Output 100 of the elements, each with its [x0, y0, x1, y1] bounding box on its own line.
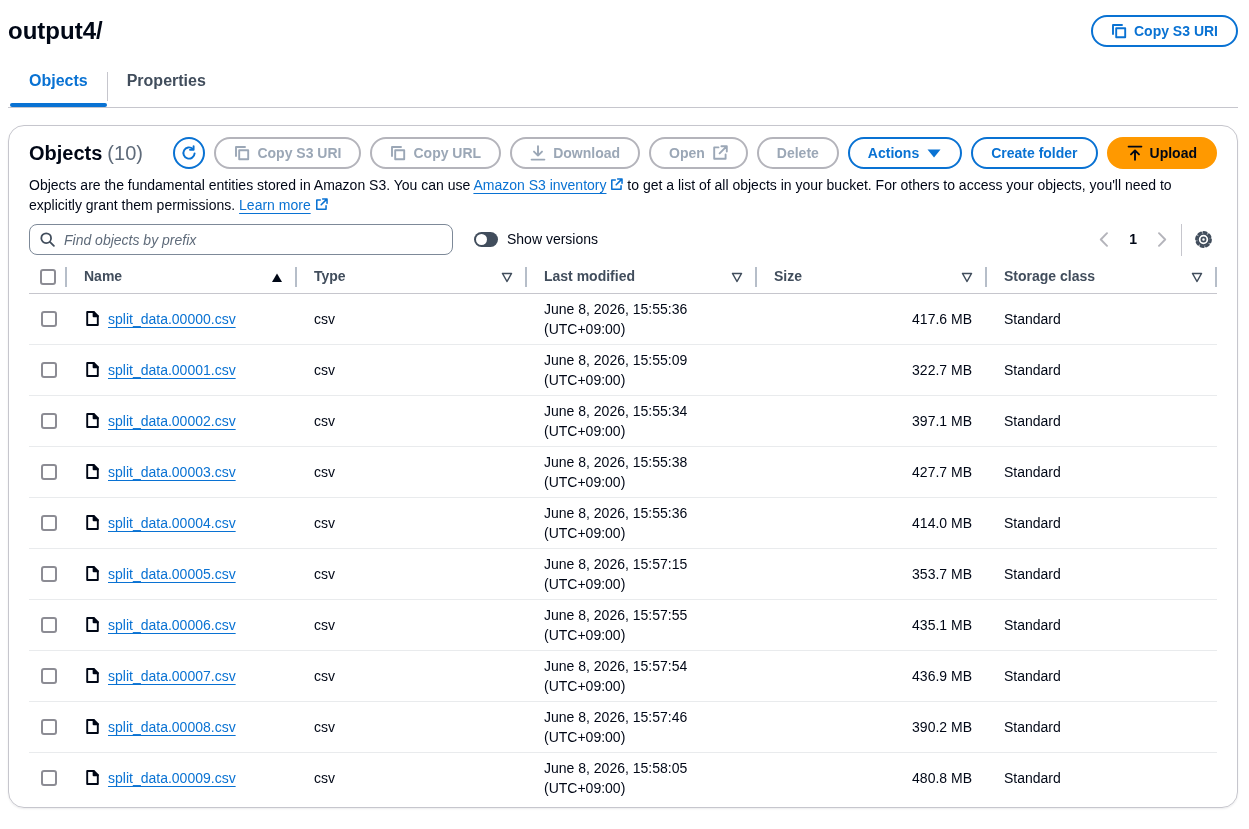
file-name-link[interactable]: split_data.00009.csv — [108, 767, 236, 788]
table-cell: Standard — [1004, 769, 1061, 786]
file-icon — [86, 566, 99, 581]
table-cell: csv — [314, 565, 335, 582]
page-title: output4/ — [8, 16, 103, 46]
copy-button[interactable]: Copy S3 URI — [1091, 15, 1238, 47]
table-cell: 397.1 MB — [912, 412, 972, 429]
table-cell: June 8, 2026, 15:57:55 (UTC+09:00) — [544, 606, 688, 643]
table-cell: csv — [314, 463, 335, 480]
table-cell: June 8, 2026, 15:55:09 (UTC+09:00) — [544, 351, 688, 388]
table-cell: 427.7 MB — [912, 463, 972, 480]
inline-link[interactable]: Amazon S3 inventory — [473, 177, 624, 193]
search-field[interactable]: Find objects by prefix — [29, 224, 453, 255]
row-checkbox[interactable] — [41, 310, 57, 327]
file-icon — [86, 362, 99, 377]
inline-link[interactable]: Learn more — [239, 197, 328, 213]
file-icon — [86, 311, 99, 326]
table-cell: June 8, 2026, 15:57:15 (UTC+09:00) — [544, 555, 688, 592]
table-cell: csv — [314, 310, 335, 327]
file-name-link[interactable]: split_data.00008.csv — [108, 716, 236, 737]
table-cell: 353.7 MB — [912, 565, 972, 582]
page-number-button[interactable]: 1 — [1127, 229, 1139, 250]
file-icon — [86, 464, 99, 479]
chevron-right-icon — [1158, 232, 1167, 247]
table-cell: 322.7 MB — [912, 361, 972, 378]
download-icon — [530, 145, 547, 161]
refresh-button[interactable] — [173, 137, 206, 169]
upload-icon — [1126, 145, 1143, 161]
table-cell: Standard — [1004, 667, 1061, 684]
file-name-link[interactable]: split_data.00005.csv — [108, 563, 236, 584]
tab[interactable]: Objects — [10, 62, 107, 107]
file-icon — [86, 668, 99, 683]
row-checkbox[interactable] — [41, 718, 57, 735]
table-cell: 390.2 MB — [912, 718, 972, 735]
table-cell: 414.0 MB — [912, 514, 972, 531]
file-icon — [86, 413, 99, 428]
table-cell: June 8, 2026, 15:55:36 (UTC+09:00) — [544, 300, 688, 337]
table-cell: 480.8 MB — [912, 769, 972, 786]
tab[interactable]: Properties — [107, 62, 225, 107]
file-name-link[interactable]: split_data.00000.csv — [108, 308, 236, 329]
table-cell: csv — [314, 361, 335, 378]
refresh-icon — [181, 145, 198, 161]
table-cell: June 8, 2026, 15:58:05 (UTC+09:00) — [544, 759, 688, 796]
file-name-link[interactable]: split_data.00006.csv — [108, 614, 236, 635]
column-header[interactable]: Type — [314, 266, 346, 288]
table-cell: Standard — [1004, 361, 1061, 378]
create-folder-button[interactable]: Create folder — [971, 137, 1098, 169]
table-cell: Standard — [1004, 310, 1061, 327]
row-checkbox[interactable] — [41, 616, 57, 633]
description-text: Objects are the fundamental entities stored in Amazon S3. You can use Amazon S3 inventory to get a list of all objects in your bucket. For others to access your objects, you'll need to explicitly grant them permissions. Learn more — [29, 176, 1173, 215]
table-cell: csv — [314, 412, 335, 429]
select-all-checkbox[interactable] — [40, 268, 56, 285]
table-cell: Standard — [1004, 412, 1061, 429]
toggle-label: Show versions — [507, 230, 599, 249]
settings-button[interactable] — [1195, 231, 1212, 248]
table-cell: Standard — [1004, 514, 1061, 531]
actions-dropdown-button[interactable]: Actions — [847, 137, 963, 169]
table-cell: 436.9 MB — [912, 667, 972, 684]
table-cell: June 8, 2026, 15:55:34 (UTC+09:00) — [544, 402, 688, 439]
file-name-link[interactable]: split_data.00007.csv — [108, 665, 236, 686]
file-name-link[interactable]: split_data.00004.csv — [108, 512, 236, 533]
table-cell: csv — [314, 616, 335, 633]
column-header[interactable]: Name — [84, 266, 123, 288]
row-checkbox[interactable] — [41, 361, 57, 378]
search-icon — [40, 232, 55, 247]
column-header[interactable]: Storage class — [1004, 266, 1096, 288]
table-cell: csv — [314, 667, 335, 684]
row-checkbox[interactable] — [41, 667, 57, 684]
file-name-link[interactable]: split_data.00002.csv — [108, 410, 236, 431]
table-cell: June 8, 2026, 15:57:54 (UTC+09:00) — [544, 657, 688, 694]
external-link-icon — [711, 145, 728, 161]
file-name-link[interactable]: split_data.00001.csv — [108, 359, 236, 380]
row-checkbox[interactable] — [41, 463, 57, 480]
column-header[interactable]: Last modified — [544, 266, 635, 288]
file-name-link[interactable]: split_data.00003.csv — [108, 461, 236, 482]
table-cell: csv — [314, 514, 335, 531]
table-cell: 417.6 MB — [912, 310, 972, 327]
row-checkbox[interactable] — [41, 514, 57, 531]
copy-icon — [234, 145, 251, 161]
row-checkbox[interactable] — [41, 565, 57, 582]
table-cell: Standard — [1004, 616, 1061, 633]
table-cell: Standard — [1004, 463, 1061, 480]
object-count: (10) — [107, 141, 143, 166]
file-icon — [86, 515, 99, 530]
column-header[interactable]: Size — [774, 266, 802, 288]
row-checkbox[interactable] — [41, 412, 57, 429]
copy-icon — [1111, 23, 1127, 39]
copy-icon — [390, 145, 407, 161]
file-icon — [86, 617, 99, 632]
upload-button[interactable]: Upload — [1106, 137, 1217, 169]
file-icon — [86, 719, 99, 734]
row-checkbox[interactable] — [41, 769, 57, 786]
toggle-switch[interactable] — [474, 232, 498, 247]
table-cell: June 8, 2026, 15:57:46 (UTC+09:00) — [544, 708, 688, 745]
file-icon — [86, 770, 99, 786]
table-cell: June 8, 2026, 15:55:38 (UTC+09:00) — [544, 453, 688, 490]
table-cell: 435.1 MB — [912, 616, 972, 633]
table-cell: csv — [314, 769, 335, 786]
settings-icon — [1195, 231, 1212, 248]
chevron-left-icon — [1099, 232, 1109, 247]
